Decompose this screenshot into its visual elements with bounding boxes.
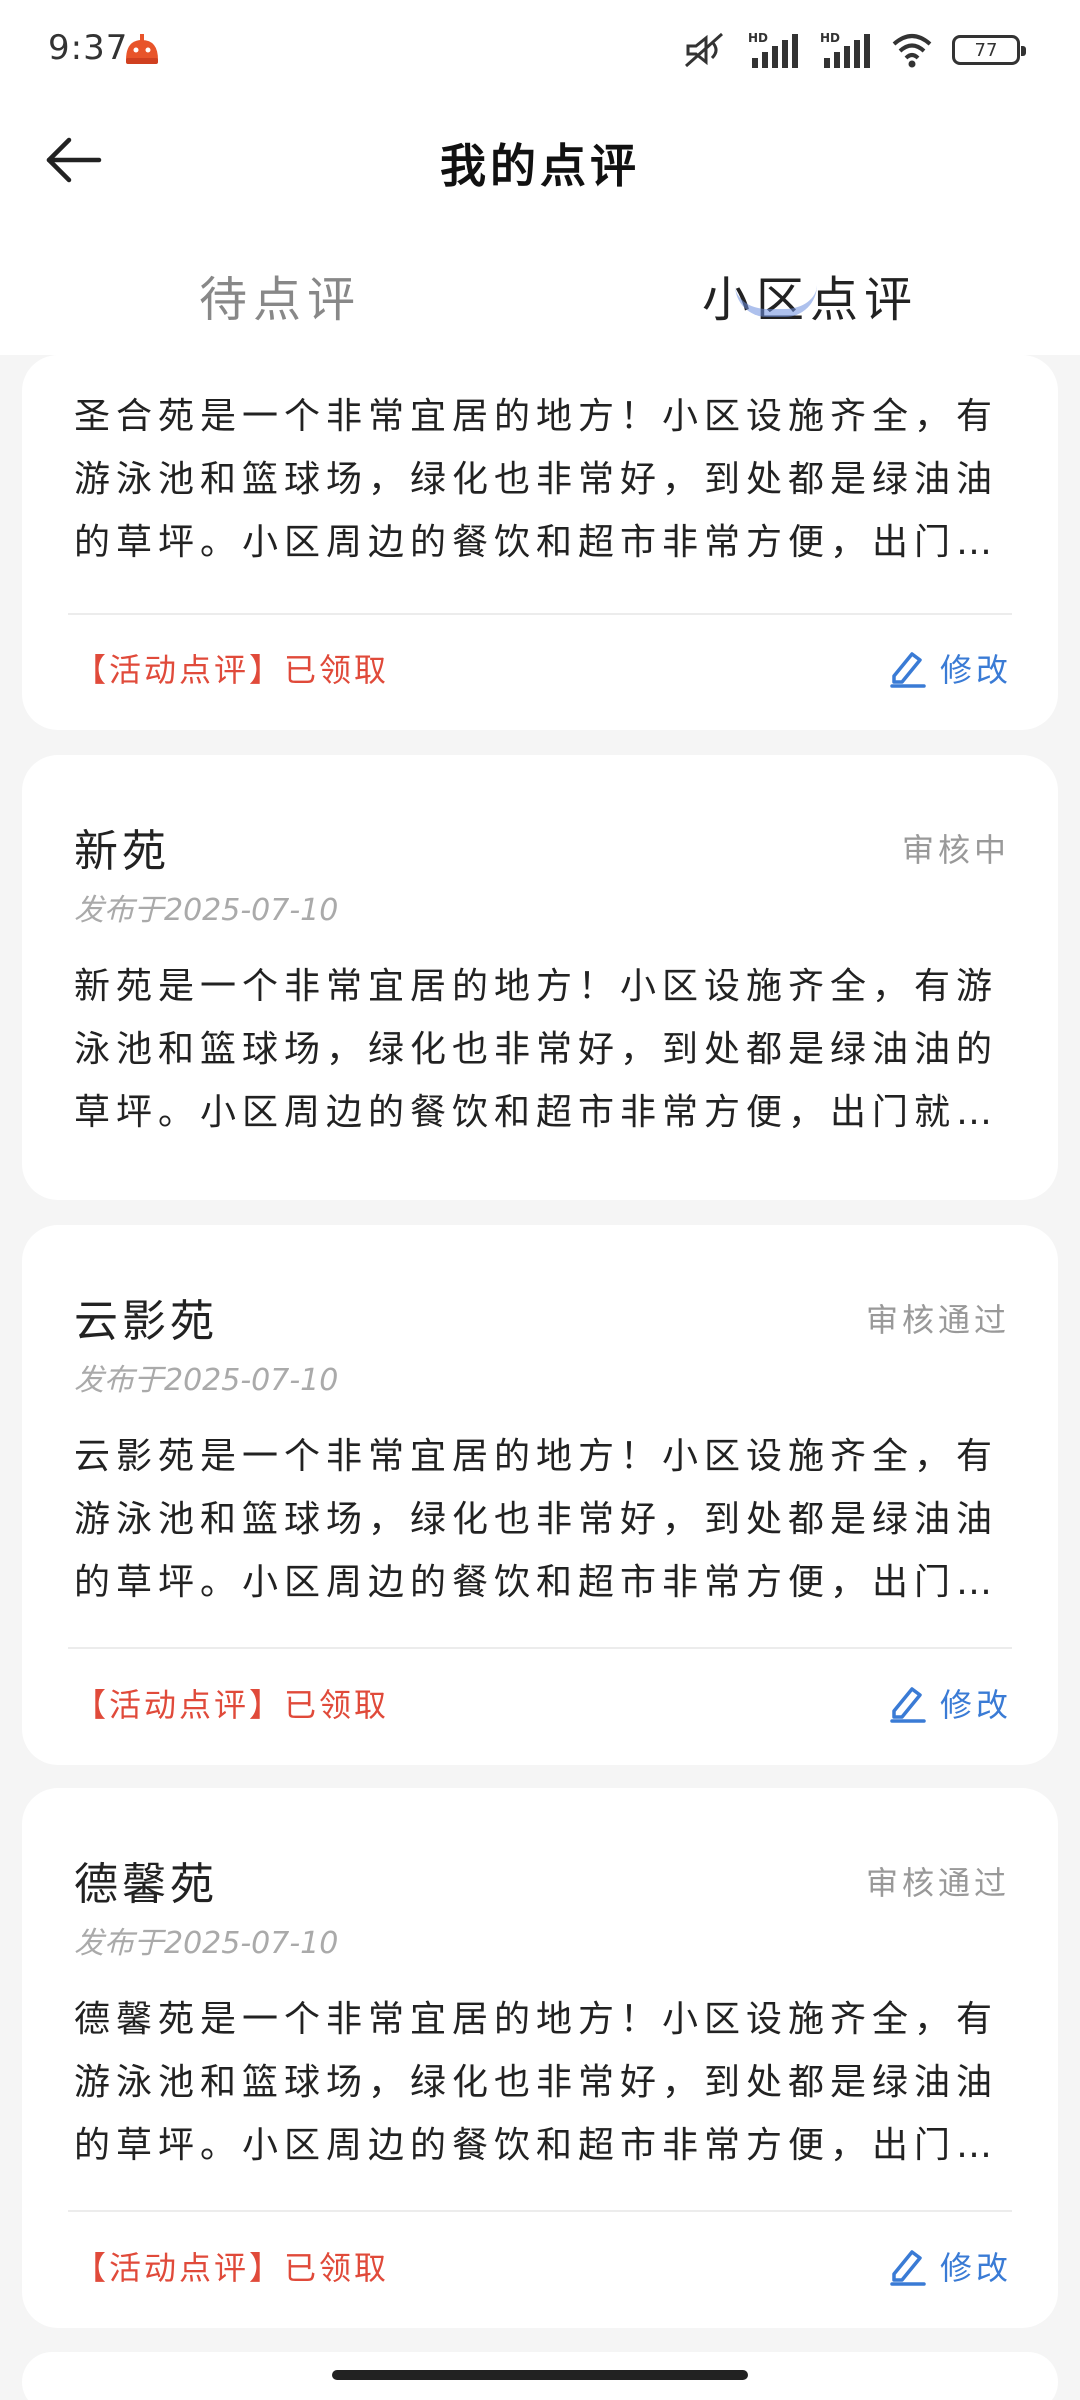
- card-divider: [68, 613, 1012, 615]
- review-card[interactable]: 圣合苑是一个非常宜居的地方！小区设施齐全，有游泳池和篮球场，绿化也非常好，到处都…: [22, 355, 1058, 730]
- review-content: 德馨苑是一个非常宜居的地方！小区设施齐全，有游泳池和篮球场，绿化也非常好，到处都…: [74, 1999, 999, 2166]
- mute-icon: [682, 30, 728, 70]
- review-status: 审核通过: [865, 1864, 1010, 1902]
- edit-label: 修改: [939, 1686, 1012, 1724]
- publish-date: 发布于2025-07-10: [74, 1363, 339, 1398]
- edit-icon: [890, 1687, 926, 1723]
- review-content: 新苑是一个非常宜居的地方！小区设施齐全，有游泳池和篮球场，绿化也非常好，到处都是…: [74, 966, 999, 1133]
- tab-bar: 待点评 小区点评: [0, 220, 1080, 355]
- hd-signal-icon: HD: [818, 30, 872, 70]
- svg-text:HD: HD: [820, 31, 840, 45]
- edit-button[interactable]: 修改: [888, 645, 1012, 691]
- publish-date: 发布于2025-07-10: [74, 893, 339, 928]
- hd-signal-icon: HD: [746, 30, 800, 70]
- edit-label: 修改: [939, 651, 1012, 689]
- wifi-icon: [890, 30, 934, 70]
- header: 我的点评: [0, 100, 1080, 220]
- publish-date: 发布于2025-07-10: [74, 1926, 339, 1961]
- community-name: 云影苑: [74, 1296, 218, 1347]
- review-content: 云影苑是一个非常宜居的地方！小区设施齐全，有游泳池和篮球场，绿化也非常好，到处都…: [74, 1436, 999, 1603]
- svg-text:HD: HD: [748, 31, 768, 45]
- card-divider: [68, 1647, 1012, 1649]
- review-card[interactable]: 新苑 审核中 发布于2025-07-10 新苑是一个非常宜居的地方！小区设施齐全…: [22, 755, 1058, 1200]
- edit-button[interactable]: 修改: [888, 2243, 1012, 2289]
- review-card[interactable]: 德馨苑 审核通过 发布于2025-07-10 德馨苑是一个非常宜居的地方！小区设…: [22, 1788, 1058, 2328]
- edit-label: 修改: [939, 2249, 1012, 2287]
- review-content: 圣合苑是一个非常宜居的地方！小区设施齐全，有游泳池和篮球场，绿化也非常好，到处都…: [74, 396, 999, 563]
- review-status: 审核中: [901, 831, 1010, 869]
- community-name: 德馨苑: [74, 1859, 218, 1910]
- status-time: 9:37: [48, 28, 129, 68]
- edit-icon: [890, 652, 926, 688]
- edit-button[interactable]: 修改: [888, 1680, 1012, 1726]
- activity-tag: 【活动点评】已领取: [74, 1686, 390, 1724]
- activity-tag: 【活动点评】已领取: [74, 2249, 390, 2287]
- tab-pending-reviews[interactable]: 待点评: [100, 260, 460, 330]
- community-name: 新苑: [74, 826, 170, 877]
- app-notification-icon: [122, 30, 162, 70]
- review-status: 审核通过: [865, 1301, 1010, 1339]
- battery-icon: 77: [952, 35, 1026, 65]
- card-divider: [68, 2210, 1012, 2212]
- activity-tag: 【活动点评】已领取: [74, 651, 390, 689]
- review-card[interactable]: 云影苑 审核通过 发布于2025-07-10 云影苑是一个非常宜居的地方！小区设…: [22, 1225, 1058, 1765]
- status-bar: 9:37 HD HD 77: [0, 0, 1080, 100]
- home-indicator[interactable]: [332, 2370, 748, 2380]
- status-icons: HD HD 77: [682, 28, 1026, 72]
- edit-icon: [890, 2250, 926, 2286]
- page-title: 我的点评: [440, 139, 640, 193]
